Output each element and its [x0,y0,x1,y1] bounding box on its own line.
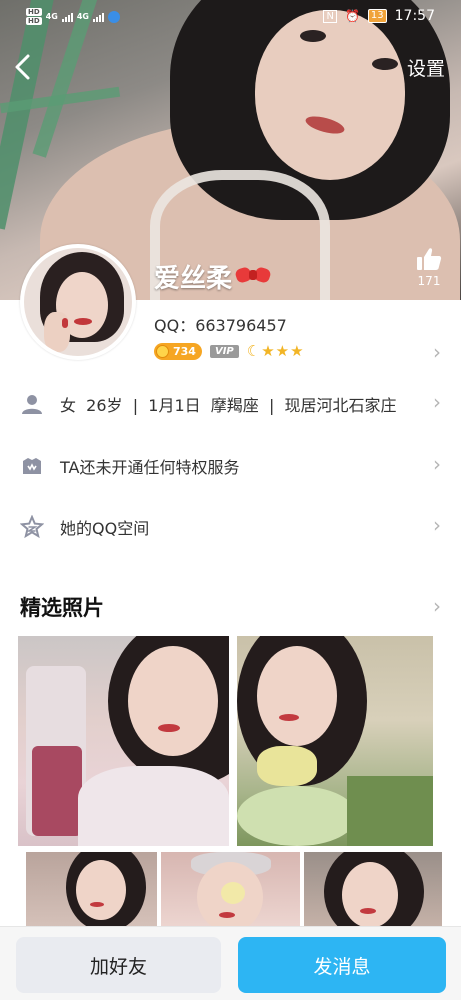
basic-info-text: 女 26岁 | 1月1日 摩羯座 | 现居河北石家庄 [60,396,397,415]
chevron-right-icon[interactable]: › [433,340,441,364]
chevron-right-icon: › [433,513,441,537]
add-friend-button[interactable]: 加好友 [16,937,221,993]
nfc-icon: N [323,9,337,23]
featured-photos-title: 精选照片 [20,596,104,620]
basic-info-row[interactable]: 女 26岁 | 1月1日 摩羯座 | 现居河北石家庄 › [0,384,461,424]
star-icon: ★ [290,342,304,360]
network-type-2: 4G [76,12,89,21]
vip-badge: VIP [209,344,239,358]
moon-icon: ☾ [246,342,261,360]
signal-icon-2 [92,12,104,22]
qzone-star-icon [20,515,44,539]
like-button[interactable]: 171 [412,246,446,288]
coin-icon [156,344,169,358]
alarm-icon: ⏰ [344,9,360,23]
coin-badge: 734 [154,342,202,360]
nickname: 爱丝柔 [154,258,272,295]
clock: 17:57 [394,8,435,24]
status-bar: HD HD 4G 4G N ⏰ 13 17:57 [0,0,461,34]
person-icon [22,395,42,414]
star-icon: ★ [275,342,290,360]
like-count: 171 [417,274,441,288]
chevron-right-icon: › [433,390,441,414]
coin-value: 734 [173,344,196,358]
badge-row[interactable]: 734 VIP ☾ ★ ★ ★ [154,342,304,360]
hd-indicator-2: HD [26,17,42,25]
crown-box-icon [23,458,41,474]
photo-thumbnail[interactable] [18,636,229,846]
send-message-button[interactable]: 发消息 [238,937,446,993]
qq-number: QQ：663796457 [154,316,287,335]
nickname-text: 爱丝柔 [154,264,233,294]
settings-button[interactable]: 设置 [407,54,445,81]
wifi-icon [107,10,120,23]
chevron-left-icon [15,54,30,80]
level-icons: ☾ ★ ★ ★ [247,342,304,360]
hd-indicator: HD [26,8,42,16]
ribbon-bow-icon [234,264,272,290]
chevron-right-icon: › [433,452,441,476]
network-type: 4G [45,12,58,21]
signal-icon [61,12,73,22]
back-button[interactable] [12,52,38,82]
photo-thumbnail[interactable] [161,852,300,932]
star-icon: ★ [261,342,275,360]
photo-thumbnail[interactable] [237,636,433,846]
photo-thumbnail[interactable] [304,852,442,932]
qzone-row[interactable]: 她的QQ空间 › [0,507,461,547]
chevron-right-icon[interactable]: › [433,594,441,618]
privilege-text: TA还未开通任何特权服务 [60,458,240,477]
thumbs-up-icon [417,248,442,270]
bottom-action-bar: 加好友 发消息 [0,926,461,1000]
photo-thumbnail[interactable] [26,852,157,932]
battery-icon: 13 [367,9,387,23]
qzone-text: 她的QQ空间 [60,519,150,538]
privilege-row[interactable]: TA还未开通任何特权服务 › [0,446,461,486]
avatar[interactable] [20,244,136,360]
